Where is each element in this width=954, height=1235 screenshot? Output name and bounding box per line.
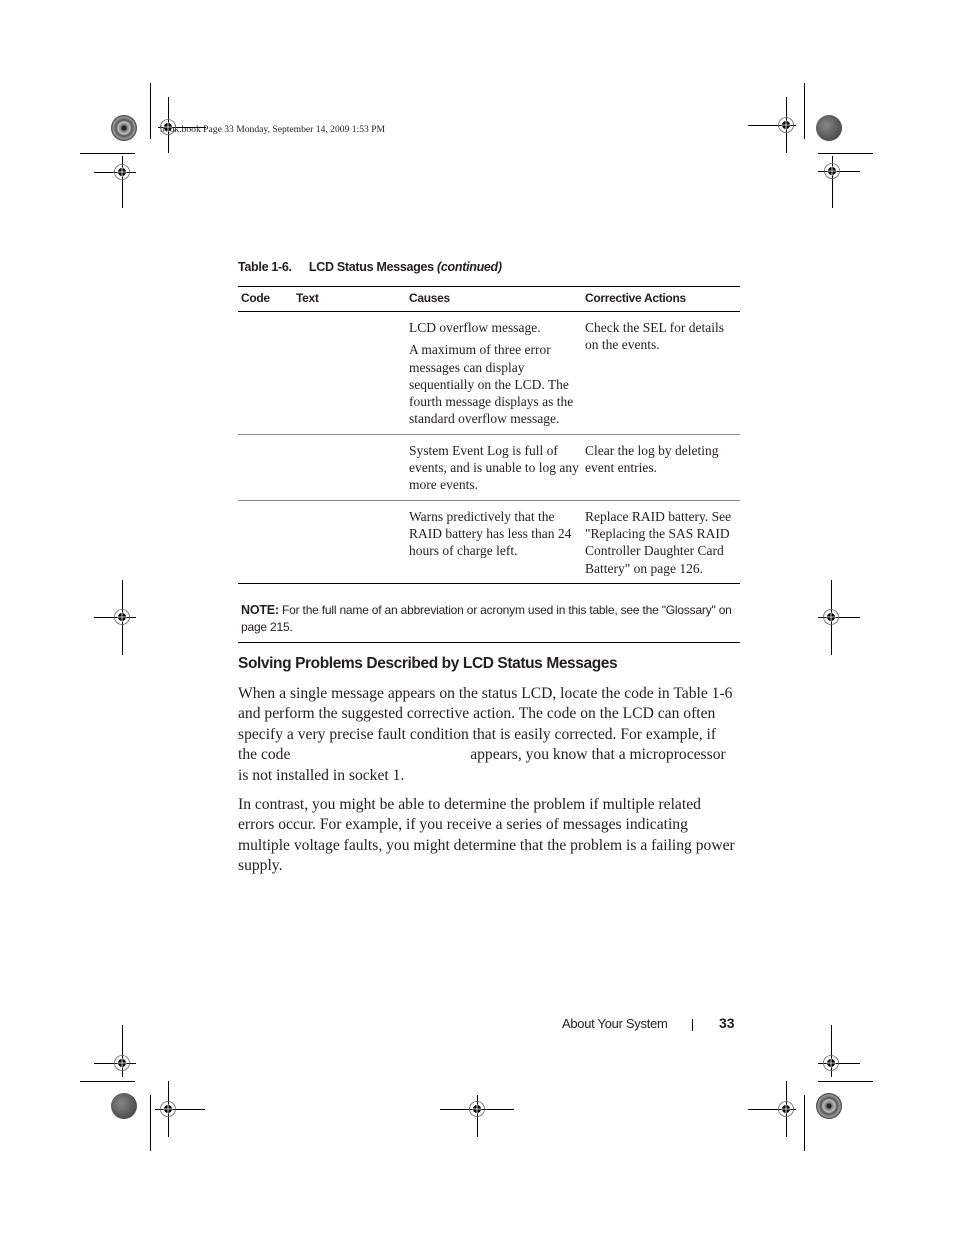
- crop-mark: [150, 1095, 151, 1151]
- crop-mark: [818, 153, 873, 154]
- registration-mark-icon: [114, 164, 130, 180]
- table-note: NOTE: For the full name of an abbreviati…: [238, 600, 740, 643]
- footer-page-number: 33: [719, 1015, 735, 1031]
- table-row: System Event Log is full of events, and …: [238, 434, 740, 501]
- crop-mark: [804, 1095, 805, 1151]
- cell-code: [238, 434, 293, 501]
- registration-mark-icon: [823, 609, 839, 625]
- registration-mark-icon: [114, 609, 130, 625]
- body-paragraph: In contrast, you might be able to determ…: [238, 796, 735, 875]
- registration-mark-icon: [778, 1101, 794, 1117]
- column-header-text: Text: [293, 286, 406, 312]
- cell-text: [293, 311, 406, 435]
- lcd-status-messages-table: Code Text Causes Corrective Actions LCD …: [238, 286, 740, 584]
- section-heading: Solving Problems Described by LCD Status…: [238, 655, 618, 672]
- table-caption-suffix: (continued): [437, 260, 502, 274]
- registration-mark-icon: [160, 1101, 176, 1117]
- registration-mark-icon: [823, 1055, 839, 1071]
- cause-text: LCD overflow message.: [409, 320, 541, 335]
- column-header-corrective-actions: Corrective Actions: [582, 286, 740, 312]
- color-bar-disc-icon: [816, 1093, 842, 1119]
- cell-causes: Warns predictively that the RAID battery…: [406, 500, 582, 584]
- footer-chapter-title: About Your System: [562, 1016, 668, 1031]
- cell-causes: LCD overflow message. A maximum of three…: [406, 311, 582, 435]
- cause-text: System Event Log is full of events, and …: [409, 442, 579, 493]
- table-row: Warns predictively that the RAID battery…: [238, 500, 740, 584]
- cell-code: [238, 311, 293, 435]
- cell-corrective-actions: Clear the log by deleting event entries.: [582, 434, 740, 501]
- color-bar-disc-icon: [111, 1093, 137, 1119]
- color-bar-disc-icon: [111, 115, 137, 141]
- crop-mark: [818, 1081, 873, 1082]
- table-header-row: Code Text Causes Corrective Actions: [238, 286, 740, 312]
- crop-mark: [150, 83, 151, 139]
- table-row: LCD overflow message. A maximum of three…: [238, 311, 740, 435]
- registration-mark-icon: [469, 1101, 485, 1117]
- note-label: NOTE:: [241, 603, 279, 617]
- column-header-causes: Causes: [406, 286, 582, 312]
- cause-text: A maximum of three error messages can di…: [409, 342, 574, 427]
- table-caption-title: LCD Status Messages: [308, 260, 434, 274]
- cell-text: [293, 500, 406, 584]
- registration-mark-icon: [114, 1055, 130, 1071]
- registration-mark-icon: [824, 163, 840, 179]
- color-bar-disc-icon: [816, 115, 842, 141]
- cell-code: [238, 500, 293, 584]
- cell-corrective-actions: Check the SEL for details on the events.: [582, 311, 740, 435]
- print-slug-line: book.book Page 33 Monday, September 14, …: [160, 124, 386, 135]
- table-caption: Table 1-6. LCD Status Messages (continue…: [238, 260, 502, 274]
- note-text: For the full name of an abbreviation or …: [241, 603, 732, 634]
- table-caption-number: Table 1-6.: [238, 260, 292, 274]
- footer-separator: [692, 1019, 693, 1031]
- cause-text: Warns predictively that the RAID battery…: [409, 508, 572, 559]
- body-paragraph: When a single message appears on the sta…: [238, 684, 738, 786]
- cell-causes: System Event Log is full of events, and …: [406, 434, 582, 501]
- crop-mark: [804, 83, 805, 139]
- cell-text: [293, 434, 406, 501]
- paragraph-text: appears, you know that a microprocessor …: [238, 746, 726, 784]
- registration-mark-icon: [778, 117, 794, 133]
- cell-corrective-actions: Replace RAID battery. See "Replacing the…: [582, 500, 740, 584]
- column-header-code: Code: [238, 286, 293, 312]
- registration-mark-icon: [160, 119, 176, 135]
- crop-mark: [80, 1081, 135, 1082]
- crop-mark: [80, 153, 135, 154]
